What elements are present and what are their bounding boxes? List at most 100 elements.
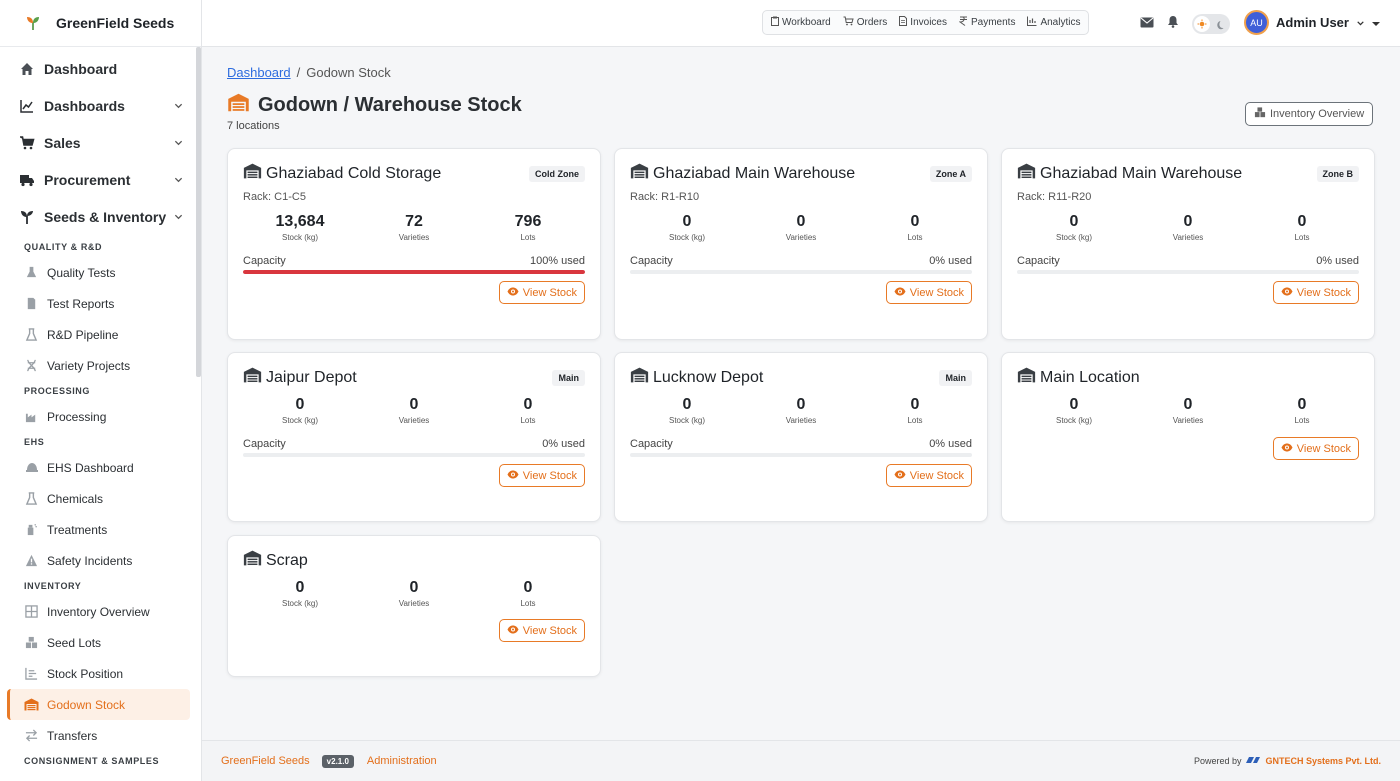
capacity-bar <box>630 270 972 274</box>
sidebar-item-processing[interactable]: Processing <box>0 401 201 432</box>
view-stock-button[interactable]: View Stock <box>498 464 585 487</box>
stock-value: 0 <box>1069 213 1079 230</box>
bell-icon[interactable] <box>1167 15 1179 33</box>
administration-link[interactable]: Administration <box>367 755 437 767</box>
sidebar-item-label: Test Reports <box>47 296 115 311</box>
sidebar-item-godown-stock[interactable]: Godown Stock <box>7 689 190 720</box>
stock-label: Stock (kg) <box>1055 233 1092 242</box>
company-link[interactable]: GNTECH Systems Pvt. Ltd. <box>1265 756 1381 766</box>
warehouse-card: Ghaziabad Cold Storage Cold Zone Rack: C… <box>227 148 601 340</box>
chevron-down-icon <box>1356 14 1365 32</box>
warehouse-icon <box>630 163 649 184</box>
truck-icon <box>18 171 36 189</box>
rack-label: Rack: R1-R10 <box>630 191 700 203</box>
sidebar-item-safety-incidents[interactable]: Safety Incidents <box>0 545 201 576</box>
warehouse-card: Jaipur Depot Main 0 Stock (kg) 0 Varieties… <box>227 352 601 522</box>
powered-by-label: Powered by <box>1193 756 1242 766</box>
capacity-row: Capacity 0% used <box>630 438 972 450</box>
lots-value: 0 <box>1297 396 1307 413</box>
sidebar-item-quality-tests[interactable]: Quality Tests <box>0 257 201 288</box>
warehouse-card: Main Location 0 Stock (kg) 0 Varieties 0 Lo… <box>1001 352 1375 522</box>
sidebar-item-variety-projects[interactable]: Variety Projects <box>0 350 201 381</box>
view-stock-label: View Stock <box>1296 286 1351 299</box>
stats-row: 0 Stock (kg) 0 Varieties 0 Lots <box>1017 213 1359 242</box>
sidebar-item-inventory-overview[interactable]: Inventory Overview <box>0 596 201 627</box>
capacity-label: Capacity <box>243 255 286 267</box>
quick-nav: Workboard Orders Invoices Payments Analy… <box>762 10 1090 35</box>
quick-nav-orders[interactable]: Orders <box>843 16 887 29</box>
brand-name: GreenField Seeds <box>56 15 175 31</box>
sidebar-item-seed-lots[interactable]: Seed Lots <box>0 627 201 658</box>
section-title: EHS <box>24 437 45 447</box>
capacity-bar <box>630 453 972 457</box>
lots-value: 0 <box>910 396 920 413</box>
capacity-row: Capacity 100% used <box>243 255 585 267</box>
theme-toggle[interactable] <box>1192 14 1230 34</box>
rack-label: Rack: R11-R20 <box>1017 191 1092 203</box>
stock-label: Stock (kg) <box>1055 416 1092 425</box>
nav-procurement[interactable]: Procurement <box>0 161 201 198</box>
seedling-logo-icon <box>24 14 42 32</box>
chevron-down-icon <box>173 175 183 185</box>
varieties-value: 72 <box>405 213 423 230</box>
warehouse-icon <box>24 697 39 712</box>
breadcrumb-home-link[interactable]: Dashboard <box>227 65 291 80</box>
warehouse-icon <box>243 367 262 388</box>
sidebar-item-label: R&D Pipeline <box>47 327 119 342</box>
envelope-icon[interactable] <box>1140 15 1154 33</box>
view-stock-button[interactable]: View Stock <box>1272 281 1359 304</box>
nav-label: Sales <box>44 134 81 151</box>
view-stock-button[interactable]: View Stock <box>1272 437 1359 460</box>
sidebar-item-label: Quality Tests <box>47 265 116 280</box>
sidebar-item-ehs-dashboard[interactable]: EHS Dashboard <box>0 452 201 483</box>
varieties-value: 0 <box>1183 213 1193 230</box>
capacity-used-text: 0% used <box>542 438 585 450</box>
section-title: CONSIGNMENT & SAMPLES <box>24 756 160 766</box>
warehouse-name: Scrap <box>266 551 308 569</box>
view-stock-button[interactable]: View Stock <box>885 281 972 304</box>
view-stock-label: View Stock <box>909 286 964 299</box>
lots-label: Lots <box>520 233 536 242</box>
section-title: QUALITY & R&D <box>24 242 103 252</box>
capacity-label: Capacity <box>1017 255 1060 267</box>
warehouse-name: Lucknow Depot <box>653 368 764 386</box>
sidebar-item-treatments[interactable]: Treatments <box>0 514 201 545</box>
varieties-value: 0 <box>1183 396 1193 413</box>
sidebar-item-transfers[interactable]: Transfers <box>0 720 201 751</box>
flask-test-icon <box>24 265 39 280</box>
nav-seeds-inventory[interactable]: Seeds & Inventory <box>0 198 201 235</box>
quick-nav-workboard[interactable]: Workboard <box>771 16 831 29</box>
stock-value: 0 <box>1069 396 1079 413</box>
industry-icon <box>24 409 39 424</box>
varieties-label: Varieties <box>398 416 430 425</box>
warehouse-icon <box>243 550 262 571</box>
footer: GreenField Seeds v2.1.0 Administration P… <box>202 740 1400 781</box>
varieties-value: 0 <box>409 396 419 413</box>
capacity-label: Capacity <box>243 438 286 450</box>
eye-icon <box>507 625 519 637</box>
nav-dashboard[interactable]: Dashboard <box>0 50 201 87</box>
inventory-overview-button[interactable]: Inventory Overview <box>1245 102 1374 126</box>
quick-nav-payments[interactable]: Payments <box>958 16 1015 29</box>
quick-nav-analytics[interactable]: Analytics <box>1027 16 1080 29</box>
view-stock-button[interactable]: View Stock <box>885 464 972 487</box>
sidebar-scrollbar[interactable] <box>196 47 201 377</box>
user-menu[interactable]: AU Admin User <box>1244 10 1380 35</box>
nav-dashboards[interactable]: Dashboards <box>0 87 201 124</box>
document-icon <box>24 296 39 311</box>
sidebar-item-test-reports[interactable]: Test Reports <box>0 288 201 319</box>
sidebar-item-stock-position[interactable]: Stock Position <box>0 658 201 689</box>
lots-value: 0 <box>523 579 533 596</box>
eye-icon <box>507 287 519 299</box>
varieties-value: 0 <box>409 579 419 596</box>
footer-brand-link[interactable]: GreenField Seeds <box>221 755 310 767</box>
brand[interactable]: GreenField Seeds <box>0 0 201 47</box>
lots-label: Lots <box>1294 233 1310 242</box>
sidebar-item-chemicals[interactable]: Chemicals <box>0 483 201 514</box>
view-stock-button[interactable]: View Stock <box>498 281 585 304</box>
view-stock-button[interactable]: View Stock <box>498 619 585 642</box>
nav-sales[interactable]: Sales <box>0 124 201 161</box>
quick-nav-invoices[interactable]: Invoices <box>899 16 947 29</box>
eye-icon <box>1281 443 1293 455</box>
sidebar-item-rnd-pipeline[interactable]: R&D Pipeline <box>0 319 201 350</box>
